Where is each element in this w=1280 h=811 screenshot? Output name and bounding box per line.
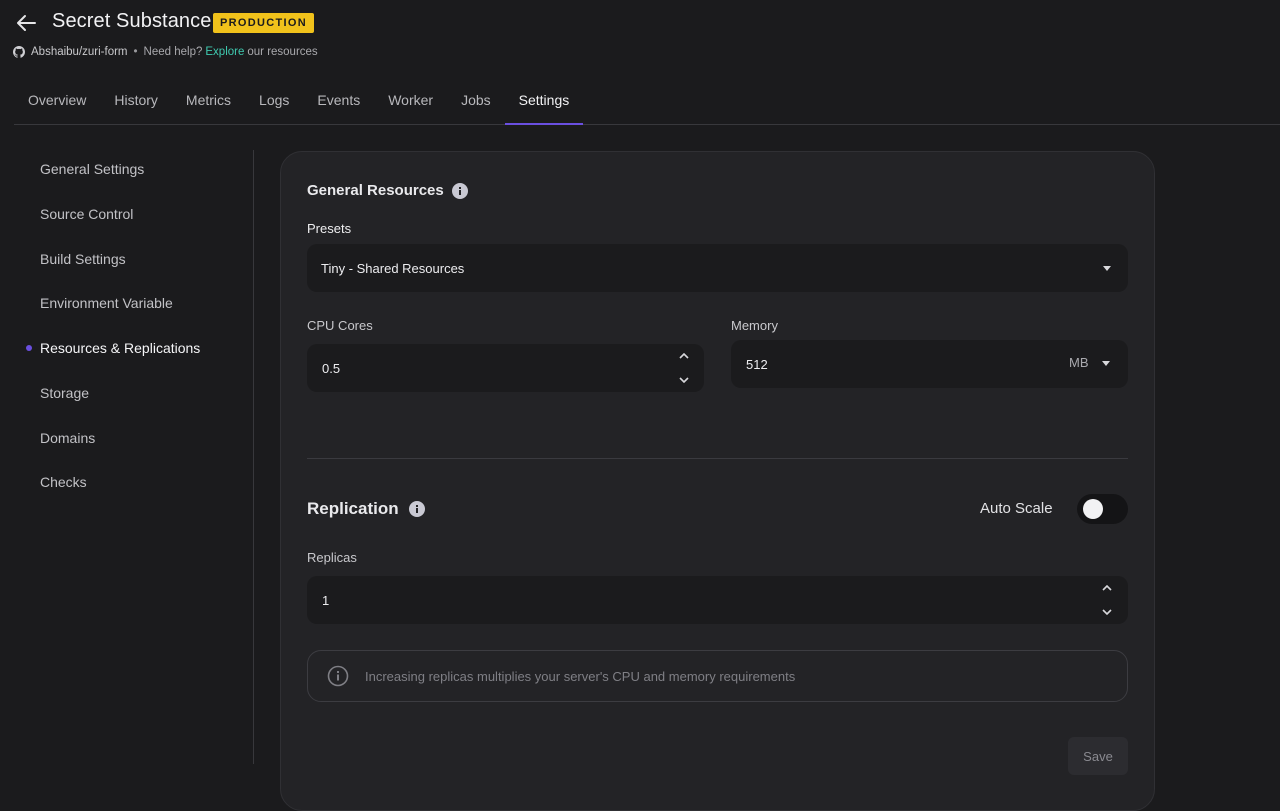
memory-value: 512: [746, 356, 768, 372]
cpu-cores-input[interactable]: 0.5: [307, 344, 704, 392]
general-resources-title: General Resources: [307, 182, 444, 199]
sidebar-item-storage[interactable]: Storage: [40, 383, 89, 403]
explore-link[interactable]: Explore: [205, 46, 244, 58]
tab-metrics[interactable]: Metrics: [172, 78, 245, 124]
memory-input[interactable]: 512 MB: [731, 340, 1128, 388]
replicas-notice: Increasing replicas multiplies your serv…: [307, 650, 1128, 702]
tab-jobs[interactable]: Jobs: [447, 78, 505, 124]
save-button[interactable]: Save: [1068, 737, 1128, 775]
help-text: Need help?: [143, 46, 203, 58]
separator-dot: •: [133, 46, 138, 58]
sidebar-item-resources-replications[interactable]: Resources & Replications: [40, 338, 200, 358]
resources-card: General Resources Presets Tiny - Shared …: [280, 151, 1155, 811]
notice-text: Increasing replicas multiplies your serv…: [365, 668, 796, 684]
chevron-down-icon: [1102, 361, 1110, 366]
toggle-knob: [1083, 499, 1103, 519]
auto-scale-label: Auto Scale: [980, 500, 1053, 517]
tab-events[interactable]: Events: [303, 78, 374, 124]
chevron-up-icon: [679, 353, 689, 359]
cpu-cores-label: CPU Cores: [307, 318, 373, 333]
chevron-down-icon: [1102, 609, 1112, 615]
replicas-stepper[interactable]: [1099, 585, 1115, 615]
info-outline-icon: [327, 665, 349, 687]
cpu-stepper[interactable]: [676, 353, 692, 383]
back-arrow-icon[interactable]: [13, 11, 39, 35]
environment-badge: PRODUCTION: [213, 13, 314, 33]
cpu-cores-value: 0.5: [322, 360, 341, 376]
sidebar-item-environment-variable[interactable]: Environment Variable: [40, 293, 173, 313]
tab-settings[interactable]: Settings: [504, 78, 584, 125]
memory-unit-select[interactable]: MB: [1069, 355, 1089, 370]
sidebar-item-source-control[interactable]: Source Control: [40, 204, 133, 224]
settings-sidebar: General Settings Source Control Build Se…: [0, 150, 254, 764]
sidebar-item-checks[interactable]: Checks: [40, 472, 87, 492]
tab-bar: Overview History Metrics Logs Events Wor…: [14, 78, 1280, 125]
tab-logs[interactable]: Logs: [245, 78, 303, 124]
tab-worker[interactable]: Worker: [374, 78, 447, 124]
chevron-down-icon: [679, 377, 689, 383]
section-divider: [307, 458, 1128, 459]
tab-overview[interactable]: Overview: [14, 78, 100, 124]
active-indicator-dot: [26, 345, 32, 351]
repo-line: Abshaibu/zuri-form • Need help? Explore …: [13, 44, 318, 60]
replicas-input[interactable]: 1: [307, 576, 1128, 624]
info-icon[interactable]: [451, 182, 468, 199]
sidebar-item-build-settings[interactable]: Build Settings: [40, 249, 126, 269]
page-header: Secret Substance PRODUCTION Abshaibu/zur…: [0, 0, 1280, 125]
tab-history[interactable]: History: [100, 78, 172, 124]
sidebar-item-domains[interactable]: Domains: [40, 428, 95, 448]
chevron-down-icon: [1103, 266, 1111, 271]
general-resources-heading: General Resources: [307, 182, 468, 199]
presets-label: Presets: [307, 221, 352, 236]
chevron-up-icon: [1102, 585, 1112, 591]
presets-value: Tiny - Shared Resources: [321, 260, 465, 276]
page-title: Secret Substance: [52, 10, 212, 32]
replication-title: Replication: [307, 499, 399, 518]
help-suffix: our resources: [247, 46, 318, 58]
replicas-label: Replicas: [307, 550, 357, 565]
auto-scale-toggle[interactable]: [1077, 494, 1128, 524]
github-icon: [13, 46, 25, 58]
info-icon[interactable]: [408, 501, 425, 517]
memory-label: Memory: [731, 318, 778, 333]
replicas-value: 1: [322, 592, 330, 608]
presets-select[interactable]: Tiny - Shared Resources: [307, 244, 1128, 292]
sidebar-item-general-settings[interactable]: General Settings: [40, 159, 144, 179]
replication-heading: Replication: [307, 499, 425, 519]
repo-link[interactable]: Abshaibu/zuri-form: [31, 46, 128, 58]
